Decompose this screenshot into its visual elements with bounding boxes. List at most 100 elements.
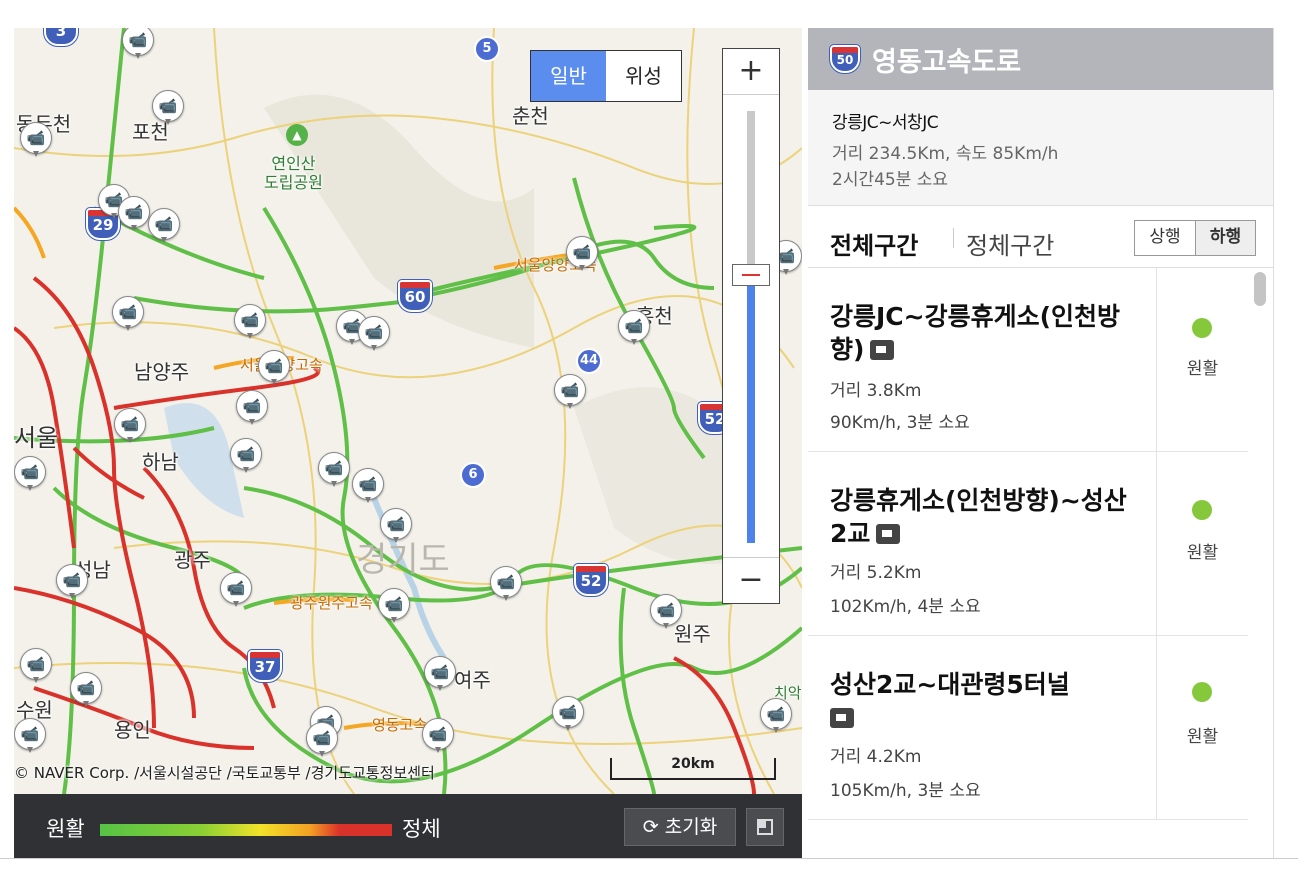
place-chuncheon: 춘천 (512, 104, 549, 128)
segment-distance: 거리 5.2Km (830, 563, 922, 583)
cctv-marker-icon[interactable]: 📹 (114, 408, 146, 444)
cctv-marker-icon[interactable]: 📹 (122, 28, 154, 60)
segment-list[interactable]: 강릉JC~강릉휴게소(인천방향) 거리 3.8Km 90Km/h, 3분 소요 … (808, 268, 1248, 858)
cctv-icon[interactable] (830, 708, 854, 728)
route-summary: 강릉JC~서창JC 거리 234.5Km, 속도 85Km/h 2시간45분 소… (808, 90, 1273, 206)
cctv-marker-icon[interactable]: 📹 (14, 456, 46, 492)
segment-status: 원활 (1156, 452, 1248, 636)
segment-speed: 90Km/h, 3분 소요 (830, 413, 970, 433)
route-shield-52: 52 (573, 563, 609, 597)
map-scale-label: 20km (671, 756, 715, 772)
status-text: 원활 (1186, 543, 1219, 563)
cctv-marker-icon[interactable]: 📹 (56, 564, 88, 600)
cctv-marker-icon[interactable]: 📹 (352, 468, 384, 504)
segment-name: 강릉JC~강릉휴게소(인천방향) (830, 302, 1121, 364)
cctv-marker-icon[interactable]: 📹 (258, 350, 290, 386)
cctv-marker-icon[interactable]: 📹 (318, 452, 350, 488)
cctv-marker-icon[interactable]: 📹 (380, 508, 412, 544)
tab-congested-sections[interactable]: 정체구간 (966, 226, 1054, 261)
zoom-in-button[interactable]: + (723, 49, 779, 95)
cctv-marker-icon[interactable]: 📹 (148, 208, 180, 244)
direction-down-button[interactable]: 하행 (1195, 221, 1255, 255)
traffic-map[interactable]: 동두천 포천 춘천 연인산 도립공원 ▲ 남양주 홍천 서울 하남 경기도 성남… (14, 28, 802, 794)
status-dot-icon (1192, 682, 1212, 702)
zoom-slider-fill (747, 275, 755, 543)
refresh-icon: ⟳ (642, 816, 659, 838)
place-seoul: 서울 (14, 424, 59, 452)
route-badge-6: 6 (460, 462, 486, 488)
direction-up-button[interactable]: 상행 (1135, 221, 1195, 255)
cctv-marker-icon[interactable]: 📹 (566, 236, 598, 272)
route-badge-44: 44 (576, 348, 602, 374)
map-type-normal-button[interactable]: 일반 (531, 51, 606, 101)
cctv-marker-icon[interactable]: 📹 (554, 374, 586, 410)
segment-name: 강릉휴게소(인천방향)~성산2교 (830, 486, 1127, 548)
cctv-marker-icon[interactable]: 📹 (552, 696, 584, 732)
cctv-marker-icon[interactable]: 📹 (358, 316, 390, 352)
list-item[interactable]: 강릉휴게소(인천방향)~성산2교 거리 5.2Km 102Km/h, 4분 소요… (808, 452, 1248, 636)
tab-all-sections[interactable]: 전체구간 (830, 226, 918, 261)
zoom-control: + − (722, 48, 780, 604)
route-title: 영동고속도로 (872, 46, 1022, 78)
cctv-marker-icon[interactable]: 📹 (230, 438, 262, 474)
cctv-marker-icon[interactable]: 📹 (112, 296, 144, 332)
footer-divider (0, 858, 1298, 859)
segment-status: 원활 (1156, 268, 1248, 452)
cctv-marker-icon[interactable]: 📹 (490, 566, 522, 602)
cctv-marker-icon[interactable]: 📹 (236, 390, 268, 426)
minimap-icon (757, 819, 773, 835)
cctv-marker-icon[interactable]: 📹 (14, 718, 46, 754)
status-text: 원활 (1186, 727, 1219, 747)
direction-toggle: 상행 하행 (1134, 220, 1256, 256)
segment-speed: 102Km/h, 4분 소요 (830, 597, 981, 617)
route-section: 강릉JC~서창JC (832, 113, 939, 133)
cctv-icon[interactable] (876, 524, 901, 544)
reset-button[interactable]: ⟳ 초기화 (624, 808, 736, 846)
map-copyright: © NAVER Corp. /서울시설공단 /국토교통부 /경기도교통정보센터 (14, 764, 435, 782)
cctv-marker-icon[interactable]: 📹 (152, 90, 184, 126)
cctv-marker-icon[interactable]: 📹 (220, 572, 252, 608)
route-shield-50-icon: 50 (829, 44, 861, 74)
road-label-gwangjuwonju: 광주원주고속 (290, 594, 373, 612)
cctv-marker-icon[interactable]: 📹 (424, 656, 456, 692)
cctv-marker-icon[interactable]: 📹 (760, 698, 792, 734)
list-item[interactable]: 성산2교~대관령5터널 거리 4.2Km 105Km/h, 3분 소요 원활 (808, 636, 1248, 820)
map-scale-bar: 20km (610, 756, 776, 780)
cctv-marker-icon[interactable]: 📹 (20, 122, 52, 158)
route-panel: 50 영동고속도로 강릉JC~서창JC 거리 234.5Km, 속도 85Km/… (808, 28, 1274, 858)
zoom-slider-handle[interactable] (732, 264, 770, 287)
segment-status: 원활 (1156, 636, 1248, 820)
cctv-marker-icon[interactable]: 📹 (650, 594, 682, 630)
list-item[interactable]: 강릉JC~강릉휴게소(인천방향) 거리 3.8Km 90Km/h, 3분 소요 … (808, 268, 1248, 452)
route-header: 50 영동고속도로 (808, 28, 1273, 90)
cctv-marker-icon[interactable]: 📹 (618, 310, 650, 346)
cctv-marker-icon[interactable]: 📹 (306, 722, 338, 758)
segment-speed: 105Km/h, 3분 소요 (830, 781, 981, 801)
place-hanam: 하남 (142, 450, 179, 474)
segment-distance: 거리 4.2Km (830, 747, 922, 767)
place-gwangju: 광주 (174, 548, 211, 572)
place-yeoju: 여주 (454, 668, 491, 692)
route-distance-speed: 거리 234.5Km, 속도 85Km/h (832, 144, 1059, 164)
place-yongin: 용인 (114, 718, 151, 742)
zoom-out-button[interactable]: − (723, 557, 779, 603)
scrollbar-thumb[interactable] (1254, 272, 1266, 306)
cctv-icon[interactable] (870, 340, 895, 360)
cctv-marker-icon[interactable]: 📹 (118, 196, 150, 232)
traffic-legend-bar: 원활 정체 ⟳ 초기화 (14, 794, 802, 858)
tab-divider (953, 228, 954, 248)
route-badge-5: 5 (474, 36, 500, 62)
cctv-marker-icon[interactable]: 📹 (378, 588, 410, 624)
section-tabs: 전체구간 정체구간 상행 하행 (808, 206, 1273, 268)
cctv-marker-icon[interactable]: 📹 (422, 718, 454, 754)
segment-list-scrollbar[interactable] (1252, 268, 1268, 858)
cctv-marker-icon[interactable]: 📹 (234, 304, 266, 340)
status-dot-icon (1192, 318, 1212, 338)
segment-name: 성산2교~대관령5터널 (830, 668, 1130, 734)
map-type-satellite-button[interactable]: 위성 (606, 51, 681, 101)
legend-smooth-label: 원활 (46, 817, 85, 841)
cctv-marker-icon[interactable]: 📹 (70, 672, 102, 708)
cctv-marker-icon[interactable]: 📹 (20, 648, 52, 684)
road-label-yeongdong: 영동고속 (372, 716, 428, 734)
minimap-toggle-button[interactable] (746, 808, 784, 846)
